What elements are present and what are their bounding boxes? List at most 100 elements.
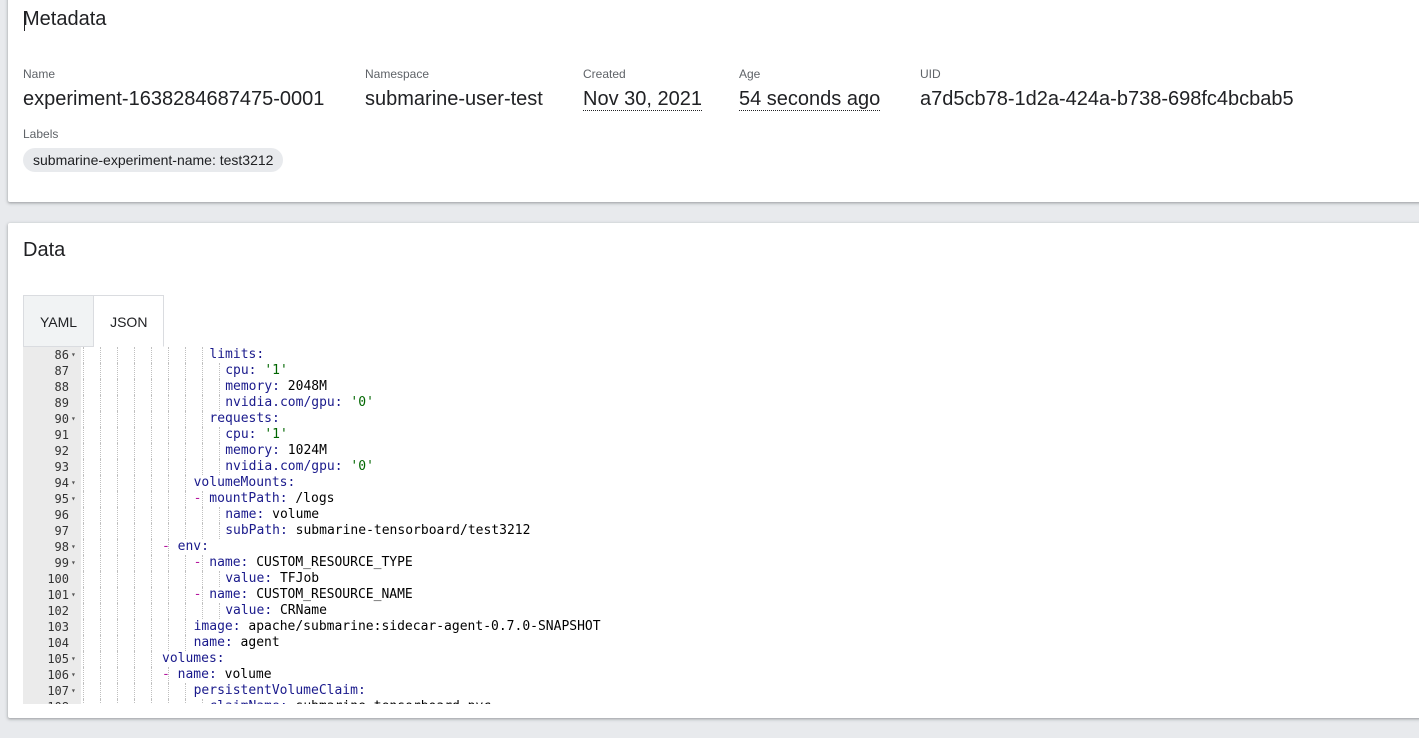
yaml-value: '1': [256, 363, 288, 378]
indent-guide: [150, 459, 152, 475]
code-editor[interactable]: 86 ▾ limits: 87 cpu: '1' 88 memory: 2048M 89 nvi…: [23, 347, 1419, 704]
code-text: cpu: '1': [225, 427, 288, 443]
yaml-value: 2048M: [279, 379, 327, 394]
indent-guide: [150, 699, 152, 704]
editor-line: 97 subPath: submarine-tensorboard/test321…: [23, 523, 1419, 539]
tab-yaml[interactable]: YAML: [23, 295, 95, 347]
fold-toggle-icon[interactable]: ▾: [71, 539, 76, 555]
yaml-key: env:: [177, 539, 209, 554]
editor-line: 88 memory: 2048M: [23, 379, 1419, 395]
editor-line: 87 cpu: '1': [23, 363, 1419, 379]
indent-guide: [116, 379, 118, 395]
indent-guide: [201, 603, 203, 619]
indent-guide: [167, 379, 169, 395]
indent-guide: [99, 587, 101, 603]
indent-guide: [201, 459, 203, 475]
fold-toggle-icon[interactable]: ▾: [71, 491, 76, 507]
code-text: value: CRName: [225, 603, 327, 619]
fold-toggle-icon[interactable]: ▾: [71, 475, 76, 491]
code-text: - env:: [162, 539, 209, 555]
editor-line: 102 value: CRName: [23, 603, 1419, 619]
tab-json[interactable]: JSON: [94, 295, 165, 347]
age-value[interactable]: 54 seconds ago: [739, 88, 881, 111]
yaml-key: nvidia.com/gpu:: [225, 459, 343, 474]
indent-guide: [116, 427, 118, 443]
line-number: 86: [54, 348, 69, 362]
indent-guide: [167, 427, 169, 443]
indent-guide: [99, 651, 101, 667]
line-number: 100: [47, 572, 69, 586]
editor-line: 90 ▾ requests:: [23, 411, 1419, 427]
data-card: Data YAML JSON 86 ▾ limits: 87 cpu: '1' 88 mem…: [8, 223, 1419, 718]
indent-guide: [167, 395, 169, 411]
fold-toggle-icon[interactable]: ▾: [71, 683, 76, 699]
indent-guide: [167, 619, 169, 635]
indent-guide: [150, 379, 152, 395]
indent-guide: [83, 523, 84, 539]
editor-line: 101 ▾ - name: CUSTOM_RESOURCE_NAME: [23, 587, 1419, 603]
yaml-value: '1': [256, 427, 288, 442]
indent-guide: [150, 491, 152, 507]
indent-guide: [150, 507, 152, 523]
indent-guide: [116, 635, 118, 651]
yaml-key: requests:: [209, 411, 280, 426]
indent-guide: [184, 395, 186, 411]
indent-guide: [150, 363, 152, 379]
fold-toggle-icon[interactable]: ▾: [71, 667, 76, 683]
line-number: 104: [47, 636, 69, 650]
uid-field: UID a7d5cb78-1d2a-424a-b738-698fc4bcbab5: [920, 66, 1294, 111]
indent-guide: [83, 443, 84, 459]
created-value[interactable]: Nov 30, 2021: [583, 88, 702, 111]
indent-guide: [150, 619, 152, 635]
indent-guide: [133, 619, 135, 635]
code-text: - name: CUSTOM_RESOURCE_TYPE: [194, 555, 413, 571]
indent-guide: [150, 395, 152, 411]
indent-guide: [133, 523, 135, 539]
fold-toggle-icon[interactable]: ▾: [71, 555, 76, 571]
indent-guide: [133, 347, 135, 363]
fold-toggle-icon[interactable]: ▾: [71, 347, 76, 363]
editor-line: 103 image: apache/submarine:sidecar-agent…: [23, 619, 1419, 635]
indent-guide: [201, 347, 203, 363]
indent-guide: [184, 363, 186, 379]
editor-line: 108 claimName: submarine-tensorboard-pvc: [23, 699, 1419, 704]
line-number: 107: [47, 684, 69, 698]
indent-guide: [150, 571, 152, 587]
indent-guide: [201, 379, 203, 395]
indent-guide: [133, 651, 135, 667]
indent-guide: [167, 411, 169, 427]
indent-guide: [150, 603, 152, 619]
indent-guide: [184, 347, 186, 363]
indent-guide: [167, 347, 169, 363]
indent-guide: [83, 587, 84, 603]
yaml-value: volume: [216, 667, 272, 682]
indent-guide: [201, 363, 203, 379]
indent-guide: [99, 395, 101, 411]
fold-toggle-icon[interactable]: ▾: [71, 651, 76, 667]
indent-guide: [167, 683, 169, 699]
indent-guide: [99, 427, 101, 443]
indent-guide: [133, 635, 135, 651]
indent-guide: [167, 555, 169, 571]
indent-guide: [184, 379, 186, 395]
indent-guide: [167, 699, 169, 704]
indent-guide: [83, 571, 84, 587]
indent-guide: [167, 587, 169, 603]
indent-guide: [133, 395, 135, 411]
fold-toggle-icon[interactable]: ▾: [71, 587, 76, 603]
indent-guide: [184, 699, 186, 704]
yaml-value: submarine-tensorboard-pvc: [288, 699, 491, 704]
code-text: memory: 1024M: [225, 443, 327, 459]
indent-guide: [83, 363, 84, 379]
code-text: nvidia.com/gpu: '0': [225, 459, 374, 475]
editor-lines: 86 ▾ limits: 87 cpu: '1' 88 memory: 2048M 89 nvi…: [23, 347, 1419, 704]
list-dash: -: [193, 491, 210, 506]
fold-toggle-icon[interactable]: ▾: [71, 411, 76, 427]
list-dash: -: [162, 667, 178, 682]
code-text: cpu: '1': [225, 363, 288, 379]
indent-guide: [83, 699, 84, 704]
indent-guide: [184, 427, 186, 443]
yaml-key: volumeMounts:: [193, 475, 296, 490]
indent-guide: [201, 699, 203, 704]
yaml-value: TFJob: [272, 571, 320, 586]
